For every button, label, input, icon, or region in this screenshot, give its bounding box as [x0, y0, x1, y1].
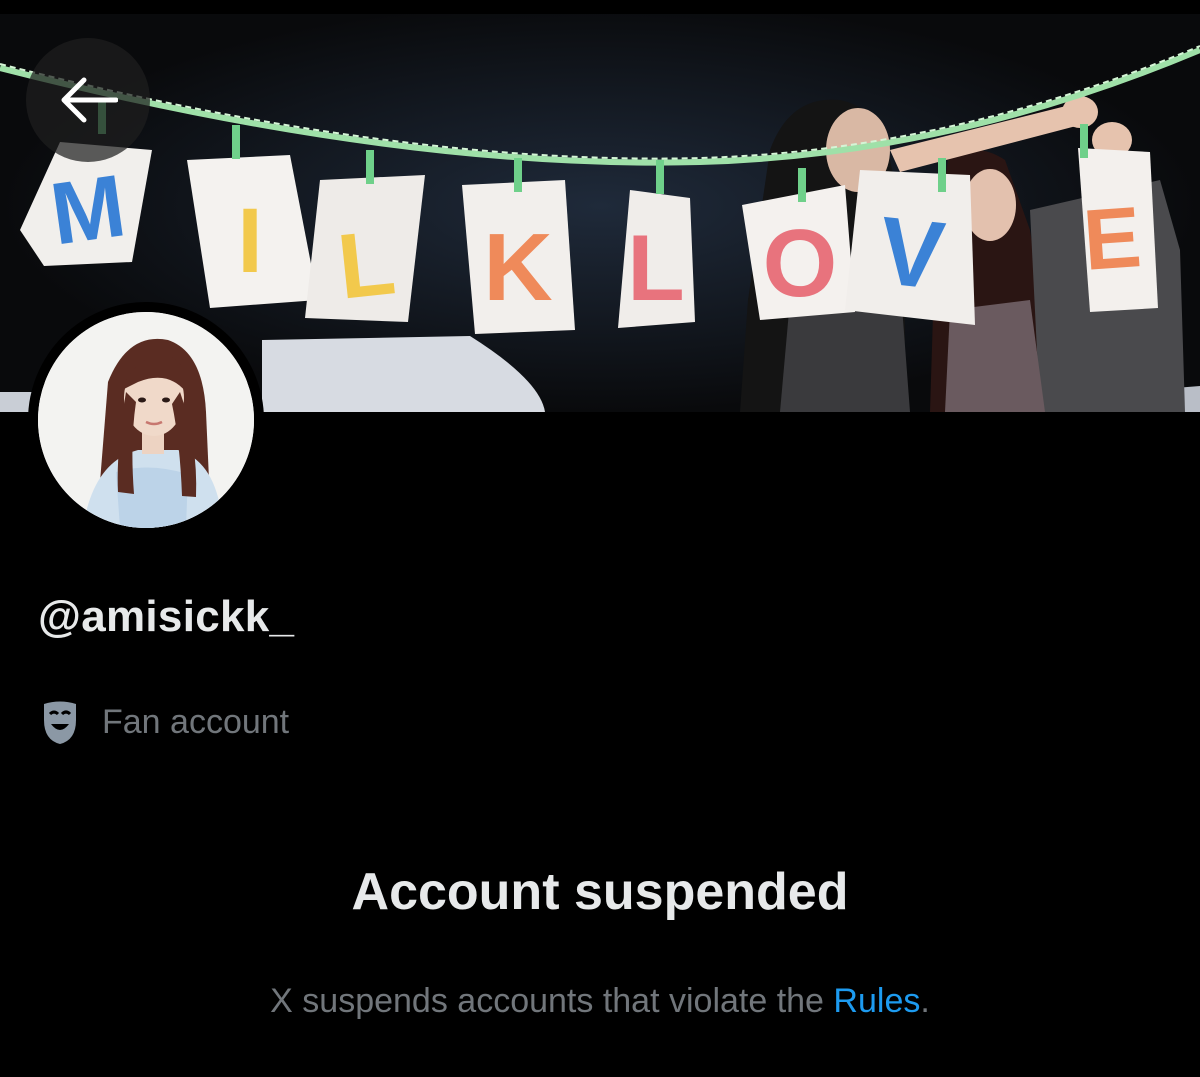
suspension-title: Account suspended [351, 863, 849, 921]
back-button[interactable] [26, 38, 150, 162]
avatar[interactable] [28, 302, 264, 538]
theater-masks-icon [44, 701, 76, 744]
banner-letter: I [237, 190, 263, 292]
status-strip [0, 0, 1200, 14]
rules-link[interactable]: Rules [833, 982, 920, 1020]
banner-letter: L [333, 211, 400, 318]
banner-letter: K [483, 214, 552, 321]
avatar-image [38, 312, 254, 528]
category-label: Fan account [102, 702, 290, 741]
banner-letter: E [1080, 189, 1144, 289]
banner-letter: V [874, 197, 949, 310]
banner-letter: M [45, 155, 131, 263]
banner-letter: L [627, 215, 684, 320]
suspension-message-text: X suspends accounts that violate the [270, 982, 834, 1020]
arrow-left-icon [61, 77, 118, 123]
suspension-message: X suspends accounts that violate the Rul… [0, 982, 1200, 1021]
suspension-message-end: . [920, 982, 930, 1020]
banner-letter: O [763, 210, 838, 317]
profile-category: Fan account [40, 698, 289, 746]
profile-handle: @amisickk_ [38, 592, 295, 641]
